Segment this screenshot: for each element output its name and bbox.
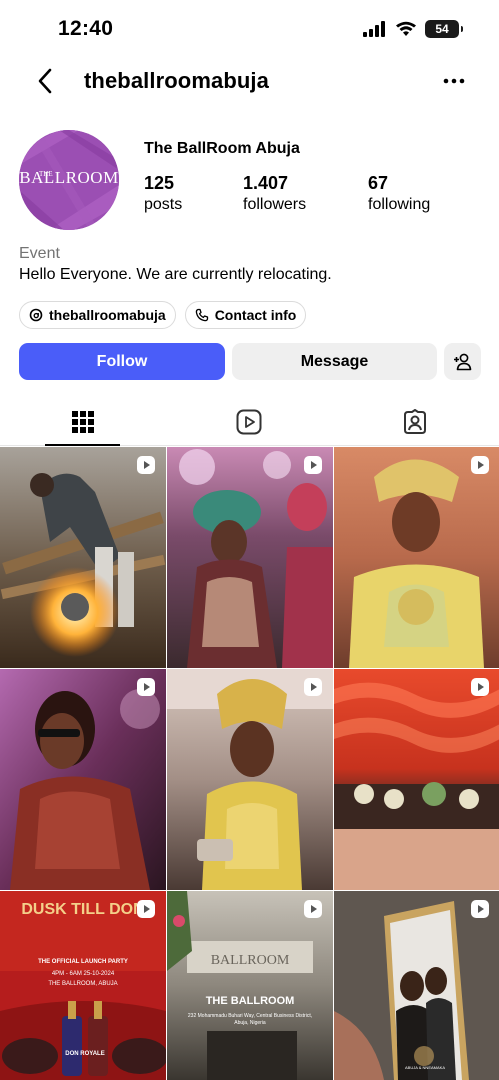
threads-chip-label: theballroomabuja <box>49 307 166 323</box>
status-bar: 12:40 54 <box>0 0 499 56</box>
battery-icon: 54 <box>425 20 463 38</box>
post-tile[interactable]: BALLROOM THE BALLROOM 232 Mohammadu Buha… <box>167 891 333 1080</box>
post-tile[interactable] <box>334 669 499 890</box>
building-title: THE BALLROOM <box>205 995 295 1007</box>
post-tile[interactable] <box>334 447 499 668</box>
poster-venue: THE BALLROOM, ABUJA <box>48 981 118 987</box>
stat-followers-label: followers <box>243 196 307 213</box>
signal-icon <box>363 21 385 37</box>
display-name: The BallRoom Abuja <box>144 140 300 157</box>
chevron-left-icon <box>38 68 52 94</box>
stat-following-label: following <box>368 196 431 213</box>
poster-bottle-label: DON ROYALE <box>65 1051 105 1057</box>
profile-actions: Follow Message <box>19 343 481 380</box>
threads-icon <box>29 308 43 322</box>
add-user-icon <box>453 353 471 370</box>
post-tile[interactable] <box>167 669 333 890</box>
post-image <box>0 669 166 890</box>
tab-tagged[interactable] <box>332 398 498 445</box>
stat-followers-value: 1.407 <box>243 173 289 193</box>
reel-icon <box>304 678 322 696</box>
poster-subtitle: THE OFFICIAL LAUNCH PARTY <box>38 959 128 965</box>
post-tile[interactable] <box>0 669 166 890</box>
back-button[interactable] <box>30 64 60 98</box>
reel-icon <box>471 900 489 918</box>
suggested-users-button[interactable] <box>444 343 481 380</box>
stat-posts[interactable]: 125 posts <box>144 172 182 216</box>
building-address: 232 Mohammadu Buhari Way, Central Busine… <box>187 1013 313 1026</box>
reel-icon <box>304 456 322 474</box>
posts-grid: DUSK TILL DON THE OFFICIAL LAUNCH PARTY … <box>0 447 499 1080</box>
post-image <box>334 669 499 890</box>
stat-following[interactable]: 67 following <box>368 172 430 216</box>
status-icons: 54 <box>363 20 463 38</box>
post-tile[interactable]: DUSK TILL DON THE OFFICIAL LAUNCH PARTY … <box>0 891 166 1080</box>
post-image <box>334 447 499 668</box>
profile-chips: theballroomabuja Contact info <box>19 301 307 329</box>
profile-header: theballroomabuja <box>0 56 499 106</box>
stat-posts-value: 125 <box>144 173 175 193</box>
post-tile[interactable] <box>167 447 333 668</box>
post-image <box>167 891 333 1080</box>
header-username: theballroomabuja <box>84 68 269 93</box>
battery-level: 54 <box>435 22 449 36</box>
avatar-logo-text: BALLROOM <box>19 168 119 187</box>
tab-active-indicator <box>45 444 120 446</box>
tab-reels[interactable] <box>166 398 332 445</box>
reel-icon <box>471 678 489 696</box>
post-image <box>334 891 499 1080</box>
stat-followers[interactable]: 1.407 followers <box>243 172 306 216</box>
wifi-icon <box>396 21 416 36</box>
contact-chip-label: Contact info <box>214 307 297 323</box>
profile-category: Event <box>19 245 60 262</box>
stat-posts-label: posts <box>144 196 183 213</box>
profile-stats: 125 posts 1.407 followers 67 following <box>144 172 474 218</box>
tagged-icon <box>404 408 426 434</box>
contact-info-chip[interactable]: Contact info <box>184 301 307 329</box>
profile-bio: Hello Everyone. We are currently relocat… <box>19 266 332 283</box>
follow-button[interactable]: Follow <box>19 343 225 380</box>
ellipsis-icon <box>443 78 465 84</box>
poster-details: 4PM - 6AM 25-10-2024 <box>51 971 115 977</box>
stat-following-value: 67 <box>368 173 389 193</box>
reel-icon <box>137 678 155 696</box>
phone-icon <box>195 308 208 322</box>
more-options-button[interactable] <box>439 68 469 94</box>
reels-icon <box>236 409 262 434</box>
post-tile[interactable] <box>0 447 166 668</box>
profile-tabs <box>0 398 499 446</box>
post-tile[interactable]: ABUJA & NNEAMAKA <box>334 891 499 1080</box>
reel-icon <box>137 900 155 918</box>
status-time: 12:40 <box>58 17 114 40</box>
post-image <box>167 447 333 668</box>
profile-avatar[interactable]: THE BALLROOM <box>19 130 119 230</box>
post-image <box>167 669 333 890</box>
frame-caption: ABUJA & NNEAMAKA <box>404 1065 445 1070</box>
grid-icon <box>72 410 94 433</box>
message-button[interactable]: Message <box>232 343 437 380</box>
threads-link-chip[interactable]: theballroomabuja <box>19 301 176 329</box>
tab-grid[interactable] <box>0 398 166 446</box>
reel-icon <box>471 456 489 474</box>
building-sign: BALLROOM <box>210 953 290 968</box>
reel-icon <box>137 456 155 474</box>
post-image <box>0 447 166 668</box>
reel-icon <box>304 900 322 918</box>
